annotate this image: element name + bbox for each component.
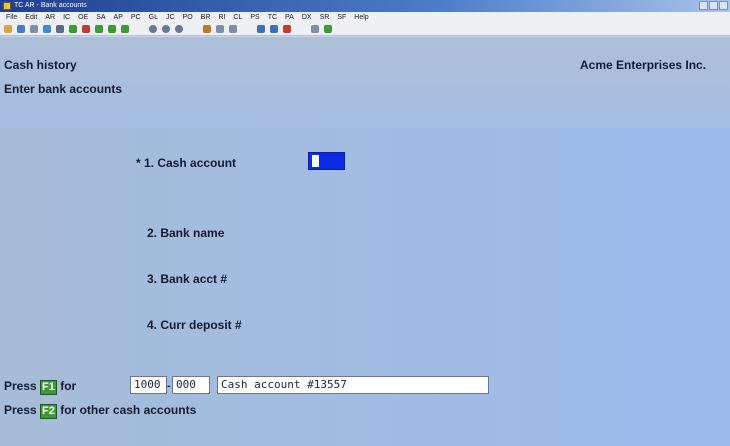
zoom-icon[interactable] (216, 25, 224, 33)
menu-icon[interactable] (56, 25, 64, 33)
field-label-cash-account: * 1. Cash account (136, 156, 237, 170)
account-main-field[interactable]: 1000 (130, 376, 167, 394)
circle-1-icon[interactable] (149, 25, 157, 33)
title-bar: TC AR - Bank accounts (0, 0, 730, 12)
menu-ar[interactable]: AR (45, 12, 55, 23)
menu-tc[interactable]: TC (268, 12, 277, 23)
company-name: Acme Enterprises Inc. (580, 58, 707, 72)
field-label-curr-deposit: 4. Curr deposit # (147, 318, 242, 332)
f2-hint: Press F2 for other cash accounts (4, 403, 196, 419)
menu-oe[interactable]: OE (78, 12, 88, 23)
calc-icon[interactable] (229, 25, 237, 33)
account-description-field[interactable]: Cash account #13557 (217, 376, 489, 394)
account-sub-field[interactable]: 000 (172, 376, 210, 394)
f1-key-button[interactable]: F1 (40, 380, 57, 395)
screen-title: Cash history (4, 58, 77, 72)
screen-subtitle: Enter bank accounts (4, 82, 123, 96)
menu-sr[interactable]: SR (320, 12, 330, 23)
window-title: TC AR - Bank accounts (14, 2, 87, 9)
for-text: for (60, 379, 77, 393)
menu-cl[interactable]: CL (233, 12, 242, 23)
circle-2-icon[interactable] (162, 25, 170, 33)
menu-edit[interactable]: Edit (25, 12, 37, 23)
menu-sa[interactable]: SA (96, 12, 105, 23)
print-icon[interactable] (311, 25, 319, 33)
menu-pa[interactable]: PA (285, 12, 294, 23)
settings-icon[interactable] (30, 25, 38, 33)
menu-help[interactable]: Help (354, 12, 368, 23)
globe-icon[interactable] (43, 25, 51, 33)
open-icon[interactable] (4, 25, 12, 33)
f2-hint-text: for other cash accounts (60, 403, 197, 417)
field-label-bank-acct: 3. Bank acct # (147, 272, 228, 286)
f2-key-button[interactable]: F2 (40, 404, 57, 419)
menu-ap[interactable]: AP (114, 12, 123, 23)
find-icon[interactable] (203, 25, 211, 33)
next-icon[interactable] (270, 25, 278, 33)
menu-pc[interactable]: PC (131, 12, 141, 23)
minimize-button[interactable] (699, 1, 708, 10)
field-label-bank-name: 2. Bank name (147, 226, 225, 240)
menu-ic[interactable]: IC (63, 12, 70, 23)
menu-gl[interactable]: GL (149, 12, 158, 23)
cut-icon[interactable] (82, 25, 90, 33)
menu-file[interactable]: File (6, 12, 17, 23)
toolbar (0, 23, 730, 36)
circle-3-icon[interactable] (175, 25, 183, 33)
press-text: Press (4, 403, 37, 417)
menu-sf[interactable]: SF (337, 12, 346, 23)
menu-po[interactable]: PO (183, 12, 193, 23)
app-icon (3, 2, 11, 10)
cash-account-input[interactable] (308, 152, 345, 170)
check-icon[interactable] (69, 25, 77, 33)
down-icon[interactable] (121, 25, 129, 33)
prev-icon[interactable] (257, 25, 265, 33)
menu-bar: File Edit AR IC OE SA AP PC GL JC PO BR … (0, 12, 730, 23)
menu-ps[interactable]: PS (250, 12, 259, 23)
press-text: Press (4, 379, 37, 393)
text-cursor (312, 155, 319, 167)
menu-br[interactable]: BR (201, 12, 211, 23)
up-icon[interactable] (108, 25, 116, 33)
menu-dx[interactable]: DX (302, 12, 312, 23)
menu-jc[interactable]: JC (166, 12, 175, 23)
close-button[interactable] (719, 1, 728, 10)
maximize-button[interactable] (709, 1, 718, 10)
help-icon[interactable] (324, 25, 332, 33)
refresh-icon[interactable] (95, 25, 103, 33)
f1-hint: Press F1 for (4, 379, 76, 395)
menu-ri[interactable]: RI (218, 12, 225, 23)
stop-icon[interactable] (283, 25, 291, 33)
account-separator: - (167, 380, 171, 392)
copy-icon[interactable] (17, 25, 25, 33)
